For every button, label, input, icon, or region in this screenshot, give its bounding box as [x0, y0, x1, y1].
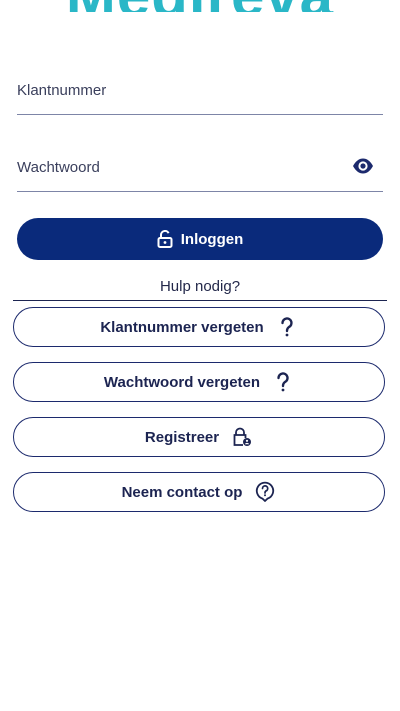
question-icon: [272, 371, 294, 393]
customer-number-field: [17, 78, 383, 115]
customer-number-input[interactable]: [17, 78, 337, 102]
contact-label: Neem contact op: [121, 483, 243, 501]
question-circle-icon: [254, 481, 276, 503]
eye-icon[interactable]: [352, 157, 374, 175]
register-label: Registreer: [144, 428, 220, 446]
question-icon: [276, 316, 298, 338]
register-button[interactable]: Registreer: [13, 417, 385, 457]
contact-button[interactable]: Neem contact op: [13, 472, 385, 512]
forgot-customer-number-label: Klantnummer vergeten: [100, 318, 264, 336]
forgot-password-label: Wachtwoord vergeten: [103, 373, 261, 391]
forgot-customer-number-button[interactable]: Klantnummer vergeten: [13, 307, 385, 347]
unlock-icon: [157, 230, 173, 248]
lock-person-icon: [231, 426, 253, 448]
password-field: [17, 155, 383, 192]
help-heading: Hulp nodig?: [13, 278, 387, 301]
password-input[interactable]: [17, 155, 337, 179]
login-button-label: Inloggen: [180, 230, 244, 248]
login-button[interactable]: Inloggen: [17, 218, 383, 260]
brand-logo: Medireva: [0, 0, 400, 12]
forgot-password-button[interactable]: Wachtwoord vergeten: [13, 362, 385, 402]
